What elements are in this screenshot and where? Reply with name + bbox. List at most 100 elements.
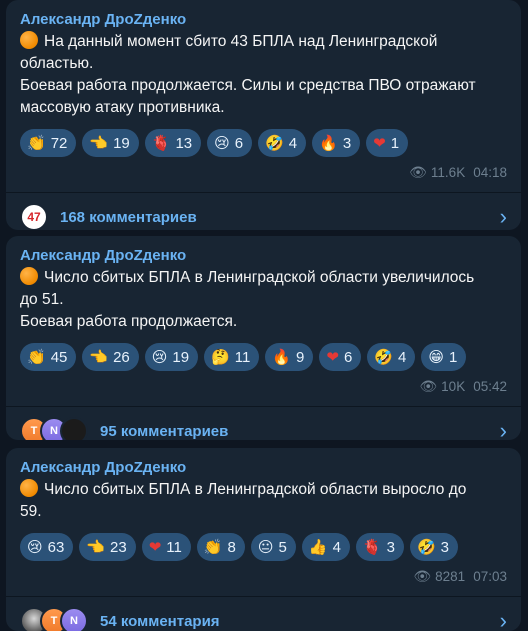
- reaction-heart[interactable]: ❤ 1: [366, 129, 409, 157]
- reaction-fire[interactable]: 🔥 9: [265, 343, 314, 371]
- pointing-hand-icon: 👈: [89, 347, 109, 366]
- comments-button[interactable]: 47 168 комментариев ›: [6, 193, 521, 230]
- reaction-clapping[interactable]: 👏 72: [20, 129, 77, 157]
- reaction-count: 5: [278, 538, 287, 556]
- crying-face-icon: 😢: [214, 133, 230, 152]
- reaction-count: 19: [113, 134, 130, 152]
- post-author[interactable]: Александр ДроZденко: [20, 10, 507, 29]
- chevron-right-icon: ›: [499, 418, 507, 441]
- post-text-line: 59.: [20, 503, 42, 520]
- post-text: Число сбитых БПЛА в Ленинградской област…: [20, 267, 507, 333]
- post-author[interactable]: Александр ДроZденко: [20, 246, 507, 265]
- view-count: 10K: [441, 378, 466, 394]
- reaction-crying[interactable]: 😢 63: [20, 533, 74, 561]
- reaction-rofl[interactable]: 🤣 4: [367, 343, 416, 371]
- post-meta: 👁 10K 05:42: [20, 376, 507, 396]
- reaction-fire[interactable]: 🔥 3: [312, 129, 361, 157]
- heart-icon: ❤: [373, 133, 386, 152]
- reaction-count: 19: [172, 348, 190, 366]
- pointing-hand-icon: 👈: [86, 537, 106, 556]
- reaction-thumbs-up[interactable]: 👍 4: [301, 533, 350, 561]
- post-text-line: На данный момент сбито 43 БПЛА над Ленин…: [44, 33, 438, 50]
- reaction-count: 6: [234, 134, 244, 152]
- avatar: N: [60, 607, 88, 631]
- comments-button[interactable]: T N 54 комментария ›: [6, 597, 521, 631]
- rofl-face-icon: 🤣: [374, 347, 393, 366]
- reaction-count: 45: [50, 348, 68, 366]
- rofl-face-icon: 🤣: [416, 537, 436, 556]
- post-text: Число сбитых БПЛА в Ленинградской област…: [20, 479, 507, 523]
- post-meta: 👁 8281 07:03: [20, 566, 507, 586]
- eye-icon: 👁: [409, 163, 427, 180]
- reaction-count: 63: [47, 538, 65, 556]
- reaction-crying[interactable]: 😢 19: [144, 343, 199, 371]
- heart-icon: ❤: [148, 537, 162, 556]
- comments-label: 95 комментариев: [100, 422, 229, 440]
- reaction-anatomical-heart[interactable]: 🫀 13: [144, 129, 202, 157]
- clapping-hands-icon: 👏: [27, 133, 46, 152]
- post-text-line: Число сбитых БПЛА в Ленинградской област…: [44, 481, 467, 498]
- reaction-grinning[interactable]: 😁 1: [421, 343, 467, 371]
- orange-circle-icon: [20, 31, 38, 49]
- reaction-thinking[interactable]: 🤔 11: [204, 343, 260, 371]
- rofl-face-icon: 🤣: [265, 133, 284, 152]
- post-text-line: Боевая работа продолжается.: [20, 313, 238, 330]
- reaction-pointing[interactable]: 👈 26: [82, 343, 139, 371]
- reaction-rofl[interactable]: 🤣 3: [409, 533, 458, 561]
- reaction-count: 3: [386, 538, 395, 556]
- post-time: 04:18: [473, 164, 507, 180]
- reaction-heart[interactable]: ❤ 11: [141, 533, 191, 561]
- thumbs-up-icon: 👍: [308, 537, 328, 556]
- neutral-face-icon: 😐: [257, 537, 274, 556]
- post-text-line: областью.: [20, 55, 94, 72]
- post-text-line: Число сбитых БПЛА в Ленинградской област…: [44, 269, 475, 286]
- post-text-line: до 51.: [20, 291, 64, 308]
- reaction-crying[interactable]: 😢 6: [207, 129, 253, 157]
- post-time: 07:03: [473, 568, 507, 584]
- reaction-anatomical-heart[interactable]: 🫀 3: [355, 533, 404, 561]
- reactions-bar: 😢 63 👈 23 ❤ 11 👏 8 😐 5 👍 4 🫀 3 🤣 3: [20, 533, 507, 561]
- comments-label: 54 комментария: [100, 612, 220, 630]
- heart-icon: ❤: [326, 347, 339, 366]
- post-text: На данный момент сбито 43 БПЛА над Ленин…: [20, 31, 507, 119]
- pointing-hand-icon: 👈: [89, 133, 109, 152]
- reaction-rofl[interactable]: 🤣 4: [258, 129, 307, 157]
- reaction-pointing[interactable]: 👈 19: [82, 129, 139, 157]
- post-message: Александр ДроZденко На данный момент сби…: [6, 0, 521, 230]
- clapping-hands-icon: 👏: [27, 347, 46, 366]
- fire-icon: 🔥: [319, 133, 338, 152]
- reaction-heart[interactable]: ❤ 6: [319, 343, 362, 371]
- comments-button[interactable]: T N 95 комментариев ›: [6, 407, 521, 440]
- reactions-bar: 👏 72 👈 19 🫀 13 😢 6 🤣 4 🔥 3 ❤ 1: [20, 129, 507, 157]
- reaction-neutral[interactable]: 😐 5: [250, 533, 296, 561]
- view-count: 8281: [435, 568, 466, 584]
- reaction-clapping[interactable]: 👏 8: [196, 533, 245, 561]
- post-time: 05:42: [473, 378, 507, 394]
- post-meta: 👁 11.6K 04:18: [20, 162, 507, 182]
- post-message: Александр ДроZденко Число сбитых БПЛА в …: [6, 448, 521, 631]
- post-text-line: Боевая работа продолжается. Силы и средс…: [20, 77, 476, 94]
- orange-circle-icon: [20, 479, 38, 497]
- commenter-avatars: T N: [20, 607, 88, 631]
- post-author[interactable]: Александр ДроZденко: [20, 458, 507, 477]
- fire-icon: 🔥: [272, 347, 292, 366]
- reaction-clapping[interactable]: 👏 45: [20, 343, 77, 371]
- avatar: 47: [20, 203, 48, 230]
- reaction-count: 11: [234, 348, 251, 366]
- crying-face-icon: 😢: [151, 347, 168, 366]
- chevron-right-icon: ›: [499, 204, 507, 229]
- reaction-count: 72: [50, 134, 68, 152]
- reaction-count: 3: [342, 134, 352, 152]
- reaction-count: 1: [448, 348, 458, 366]
- reaction-count: 26: [113, 348, 130, 366]
- reaction-count: 23: [110, 538, 127, 556]
- clapping-hands-icon: 👏: [203, 537, 223, 556]
- chevron-right-icon: ›: [499, 608, 507, 631]
- reaction-pointing[interactable]: 👈 23: [79, 533, 136, 561]
- reaction-count: 4: [332, 538, 341, 556]
- reactions-bar: 👏 45 👈 26 😢 19 🤔 11 🔥 9 ❤ 6 🤣 4 😁 1: [20, 343, 507, 371]
- reaction-count: 8: [227, 538, 236, 556]
- reaction-count: 13: [175, 134, 193, 152]
- view-count: 11.6K: [430, 164, 466, 180]
- reaction-count: 3: [440, 538, 449, 556]
